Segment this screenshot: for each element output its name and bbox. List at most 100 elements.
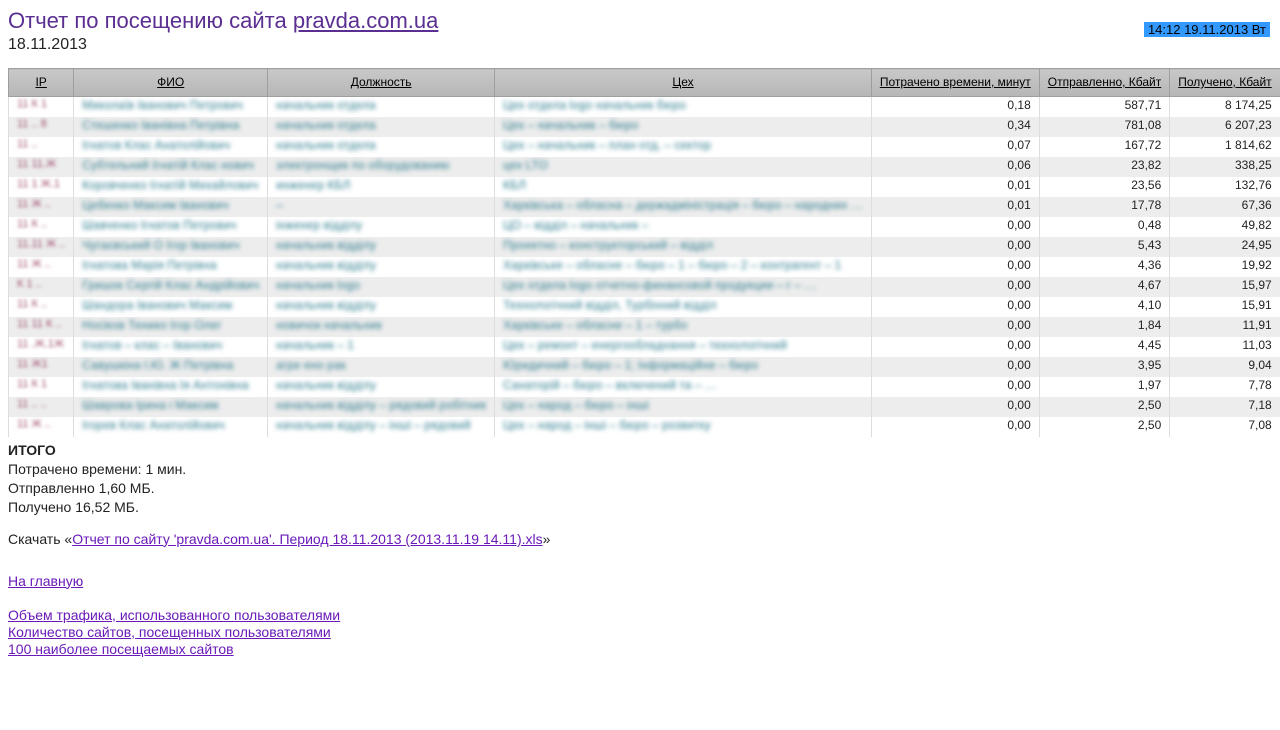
cell-fio: Субтельний Ігнатій Клас нович bbox=[74, 157, 268, 177]
cell-ip: 11 К 1 bbox=[9, 97, 74, 118]
col-position[interactable]: Должность bbox=[268, 69, 495, 97]
table-row: 11 1 Ж.1Коровченко Ігнатій Михайловичинж… bbox=[9, 177, 1280, 197]
cell-fio: Ігнатова Іванівна Ія Антонівна bbox=[74, 377, 268, 397]
cell-position: инженер КБЛ bbox=[268, 177, 495, 197]
cell-minutes: 0,00 bbox=[871, 317, 1039, 337]
cell-fio: Шавченко Ігнатов Петрович bbox=[74, 217, 268, 237]
cell-sent: 587,71 bbox=[1039, 97, 1170, 118]
cell-department: Харківське – обласне – 1 – турбо bbox=[495, 317, 872, 337]
cell-sent: 167,72 bbox=[1039, 137, 1170, 157]
cell-recv: 7,78 bbox=[1170, 377, 1280, 397]
table-header-row: IP ФИО Должность Цех Потрачено времени, … bbox=[9, 69, 1280, 97]
col-recv[interactable]: Получено, Кбайт bbox=[1170, 69, 1280, 97]
cell-sent: 0,48 bbox=[1039, 217, 1170, 237]
cell-recv: 7,18 bbox=[1170, 397, 1280, 417]
cell-minutes: 0,00 bbox=[871, 277, 1039, 297]
cell-ip: К 1 .. bbox=[9, 277, 74, 297]
cell-position: электронщик по оборудованию bbox=[268, 157, 495, 177]
cell-sent: 2,50 bbox=[1039, 397, 1170, 417]
cell-recv: 9,04 bbox=[1170, 357, 1280, 377]
cell-recv: 8 174,25 bbox=[1170, 97, 1280, 118]
cell-recv: 67,36 bbox=[1170, 197, 1280, 217]
cell-recv: 132,76 bbox=[1170, 177, 1280, 197]
summary-total-label: ИТОГО bbox=[8, 441, 1272, 460]
title-site-link[interactable]: pravda.com.ua bbox=[293, 8, 439, 33]
cell-position: начальник відділу – інші – рядовий bbox=[268, 417, 495, 437]
cell-recv: 11,03 bbox=[1170, 337, 1280, 357]
cell-fio: Ігнатов – клас – Іванович bbox=[74, 337, 268, 357]
col-minutes[interactable]: Потрачено времени, минут bbox=[871, 69, 1039, 97]
cell-ip: 11 К 1 bbox=[9, 377, 74, 397]
summary-time: Потрачено времени: 1 мин. bbox=[8, 460, 1272, 479]
table-row: 11 К 1Ігнатова Іванівна Ія Антонівнанача… bbox=[9, 377, 1280, 397]
cell-minutes: 0,34 bbox=[871, 117, 1039, 137]
cell-fio: Носіков Тенико Ігор Олег bbox=[74, 317, 268, 337]
cell-ip: 11 Ж .. bbox=[9, 257, 74, 277]
cell-minutes: 0,07 bbox=[871, 137, 1039, 157]
cell-minutes: 0,00 bbox=[871, 237, 1039, 257]
cell-sent: 5,43 bbox=[1039, 237, 1170, 257]
cell-fio: Гришок Сергій Клас Андрійович bbox=[74, 277, 268, 297]
cell-position: – bbox=[268, 197, 495, 217]
cell-sent: 4,36 bbox=[1039, 257, 1170, 277]
cell-recv: 11,91 bbox=[1170, 317, 1280, 337]
cell-minutes: 0,00 bbox=[871, 377, 1039, 397]
cell-department: Цех отдела logo отчетно-финансовой проду… bbox=[495, 277, 872, 297]
col-fio[interactable]: ФИО bbox=[74, 69, 268, 97]
report-date: 18.11.2013 bbox=[8, 36, 1272, 54]
cell-sent: 17,78 bbox=[1039, 197, 1170, 217]
cell-position: новичок начальник bbox=[268, 317, 495, 337]
download-line: Скачать «Отчет по сайту 'pravda.com.ua'.… bbox=[8, 531, 1272, 547]
col-ip[interactable]: IP bbox=[9, 69, 74, 97]
cell-fio: Ігорев Клас Анатолійович bbox=[74, 417, 268, 437]
cell-sent: 23,56 bbox=[1039, 177, 1170, 197]
link-sites-count[interactable]: Количество сайтов, посещенных пользовате… bbox=[8, 624, 331, 640]
cell-recv: 15,97 bbox=[1170, 277, 1280, 297]
cell-minutes: 0,00 bbox=[871, 217, 1039, 237]
link-home[interactable]: На главную bbox=[8, 573, 83, 589]
cell-fio: Ігнатов Клас Анатолійович bbox=[74, 137, 268, 157]
cell-department: цех LTO bbox=[495, 157, 872, 177]
cell-department: Харківське – обласне – бюро – 1 – бюро –… bbox=[495, 257, 872, 277]
cell-minutes: 0,00 bbox=[871, 397, 1039, 417]
cell-position: начальник – 1 bbox=[268, 337, 495, 357]
cell-sent: 4,10 bbox=[1039, 297, 1170, 317]
download-link[interactable]: Отчет по сайту 'pravda.com.ua'. Период 1… bbox=[72, 531, 542, 547]
cell-ip: 11 Ж1 bbox=[9, 357, 74, 377]
cell-fio: Чугаєвський О Ігор Іванович bbox=[74, 237, 268, 257]
cell-ip: 11 11.Ж bbox=[9, 157, 74, 177]
cell-minutes: 0,00 bbox=[871, 357, 1039, 377]
cell-position: начальник відділу bbox=[268, 297, 495, 317]
table-row: 11.11 Ж ..Чугаєвський О Ігор Івановичнач… bbox=[9, 237, 1280, 257]
cell-sent: 3,95 bbox=[1039, 357, 1170, 377]
col-sent[interactable]: Отправленно, Кбайт bbox=[1039, 69, 1170, 97]
cell-ip: 11 11 К .. bbox=[9, 317, 74, 337]
report-table: IP ФИО Должность Цех Потрачено времени, … bbox=[8, 68, 1280, 437]
table-row: К 1 ..Гришок Сергій Клас Андрійовичначал… bbox=[9, 277, 1280, 297]
cell-position: начальник отдела bbox=[268, 117, 495, 137]
table-row: 11 Ж1Савушкіна І.Ю. Ж Петрівнаагре ено р… bbox=[9, 357, 1280, 377]
cell-minutes: 0,06 bbox=[871, 157, 1039, 177]
col-department[interactable]: Цех bbox=[495, 69, 872, 97]
cell-department: КБЛ bbox=[495, 177, 872, 197]
cell-recv: 19,92 bbox=[1170, 257, 1280, 277]
table-row: 11 К ..Шавченко Ігнатов Петровичінженер … bbox=[9, 217, 1280, 237]
cell-fio: Шаврова Ірина і Максим bbox=[74, 397, 268, 417]
cell-department: Технологічний відділ, Турбінний відділ bbox=[495, 297, 872, 317]
link-top100[interactable]: 100 наиболее посещаемых сайтов bbox=[8, 641, 234, 657]
cell-minutes: 0,00 bbox=[871, 257, 1039, 277]
table-row: 11 .. Ігнатов Клас Анатолійовичначальник… bbox=[9, 137, 1280, 157]
cell-department: Цех – народ – інші – бюро – розвитку bbox=[495, 417, 872, 437]
cell-recv: 7,08 bbox=[1170, 417, 1280, 437]
table-row: 11 .Ж.1ЖІгнатов – клас – Івановичначальн… bbox=[9, 337, 1280, 357]
cell-department: Цех – начальник – план отд. – сектор bbox=[495, 137, 872, 157]
table-row: 11 К 1Миколаїв Іванович Петровичначальни… bbox=[9, 97, 1280, 118]
link-traffic[interactable]: Объем трафика, использованного пользоват… bbox=[8, 607, 340, 623]
download-prefix: Скачать « bbox=[8, 531, 72, 547]
table-row: 11 11 К ..Носіков Тенико Ігор Олегновичо… bbox=[9, 317, 1280, 337]
cell-minutes: 0,01 bbox=[871, 177, 1039, 197]
cell-position: начальник отдела bbox=[268, 137, 495, 157]
cell-department: Проектно – конструкторський – відділ bbox=[495, 237, 872, 257]
summary-sent: Отправленно 1,60 МБ. bbox=[8, 479, 1272, 498]
summary-block: ИТОГО Потрачено времени: 1 мин. Отправле… bbox=[8, 441, 1272, 517]
